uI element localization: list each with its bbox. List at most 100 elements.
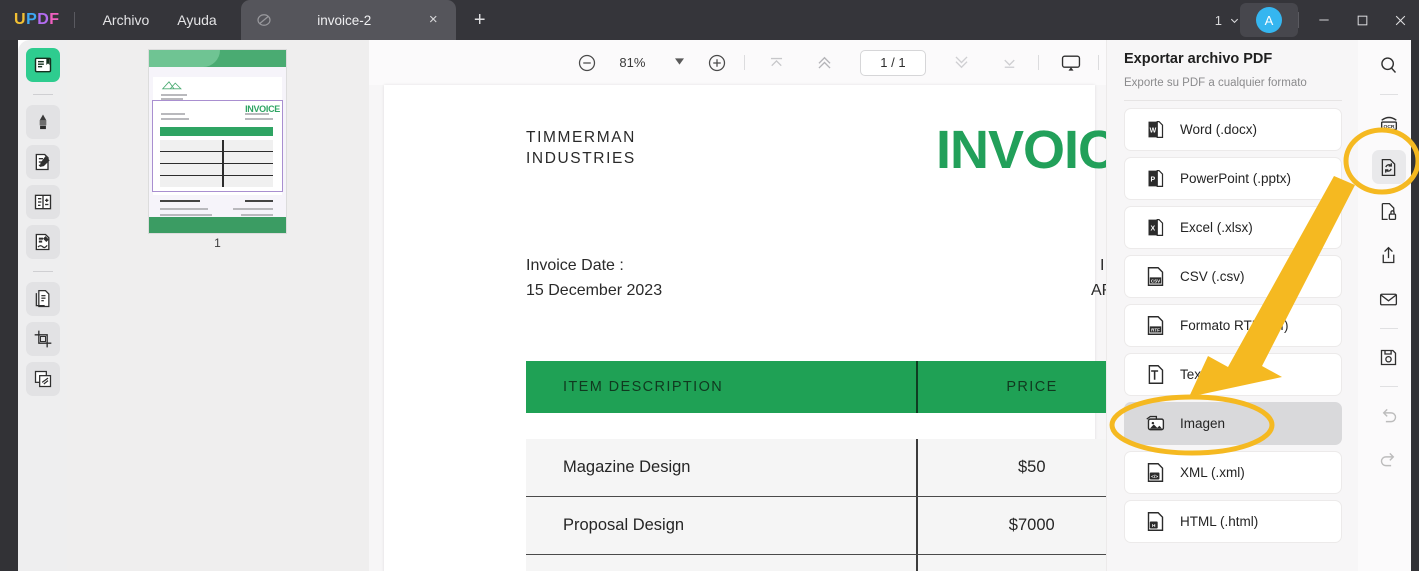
sidebar-item-reader-tool[interactable] bbox=[25, 48, 60, 82]
thumb-text-line bbox=[160, 214, 212, 216]
rail-separator bbox=[32, 94, 53, 95]
last-page-button[interactable] bbox=[996, 48, 1022, 78]
row-description: Brochure Design bbox=[526, 555, 916, 571]
crop-icon bbox=[34, 330, 51, 348]
document-count-selector[interactable]: 1 bbox=[1215, 13, 1240, 28]
table-row: Brochure Design $30 bbox=[526, 555, 1106, 571]
close-window-button[interactable] bbox=[1381, 0, 1419, 40]
svg-text:OCR: OCR bbox=[1383, 124, 1394, 130]
zoom-in-button[interactable] bbox=[704, 48, 730, 78]
minimize-button[interactable] bbox=[1305, 0, 1343, 40]
export-option-label: CSV (.csv) bbox=[1180, 269, 1245, 284]
svg-text:W: W bbox=[1150, 128, 1157, 135]
close-icon[interactable]: × bbox=[425, 11, 442, 28]
thumb-text-line bbox=[245, 200, 273, 202]
document-tab-invoice-2[interactable]: invoice-2 × bbox=[240, 0, 456, 40]
company-line-1: TIMMERMAN bbox=[526, 129, 636, 146]
account-button[interactable]: A bbox=[1240, 3, 1298, 37]
excel-file-icon: X bbox=[1145, 217, 1166, 238]
marker-pen-icon bbox=[39, 114, 46, 130]
ocr-icon: OCR bbox=[1380, 116, 1397, 131]
prev-page-icon bbox=[818, 56, 831, 69]
export-option-text[interactable]: Texto (.txt) bbox=[1124, 353, 1342, 396]
thumb-text-line bbox=[245, 118, 273, 120]
window-controls-divider bbox=[1298, 12, 1299, 28]
zoom-dropdown-button[interactable] bbox=[667, 58, 692, 67]
thumb-text-line bbox=[241, 214, 273, 216]
export-option-powerpoint[interactable]: P PowerPoint (.pptx) bbox=[1124, 157, 1342, 200]
export-option-imagen[interactable]: Imagen bbox=[1124, 402, 1342, 445]
document-lock-icon bbox=[1381, 202, 1397, 220]
export-option-xml[interactable]: </> XML (.xml) bbox=[1124, 451, 1342, 494]
row-price: $7000 bbox=[1008, 516, 1055, 534]
zoom-out-button[interactable] bbox=[574, 48, 600, 78]
row-price: $30 bbox=[918, 555, 1107, 571]
document-count-value: 1 bbox=[1214, 12, 1222, 28]
first-page-button[interactable] bbox=[764, 48, 790, 78]
export-panel-title: Exportar archivo PDF bbox=[1124, 51, 1273, 67]
html-file-icon: H bbox=[1145, 511, 1166, 532]
export-option-html[interactable]: H HTML (.html) bbox=[1124, 500, 1342, 543]
sidebar-item-protect[interactable] bbox=[1372, 194, 1406, 228]
convert-document-icon bbox=[1381, 158, 1396, 176]
sidebar-item-edit-pdf-tool[interactable] bbox=[25, 145, 60, 179]
pdf-file-icon bbox=[255, 11, 273, 29]
viewer-toolbar: 81% 1 / 1 bbox=[369, 40, 1106, 85]
avatar: A bbox=[1256, 7, 1282, 33]
menu-archivo[interactable]: Archivo bbox=[89, 6, 164, 34]
sidebar-item-form-tool[interactable] bbox=[25, 185, 60, 219]
share-upload-icon bbox=[1382, 246, 1395, 263]
sidebar-item-share[interactable] bbox=[1372, 238, 1406, 272]
menu-ayuda[interactable]: Ayuda bbox=[163, 6, 230, 34]
page-thumbnail-1[interactable]: INVOICE bbox=[149, 50, 286, 233]
thumb-logo-icon bbox=[161, 81, 182, 90]
row-description: Proposal Design bbox=[563, 516, 685, 534]
export-option-csv[interactable]: CSV CSV (.csv) bbox=[1124, 255, 1342, 298]
form-fields-icon bbox=[34, 194, 51, 210]
zoom-out-icon bbox=[578, 54, 596, 71]
sidebar-item-organize-pages-tool[interactable] bbox=[25, 282, 60, 316]
left-tool-rail bbox=[18, 40, 67, 571]
thumb-table-header bbox=[160, 127, 273, 136]
prev-page-button[interactable] bbox=[812, 48, 838, 78]
tab-title: invoice-2 bbox=[317, 12, 372, 28]
export-option-word[interactable]: W Word (.docx) bbox=[1124, 108, 1342, 151]
export-option-excel[interactable]: X Excel (.xlsx) bbox=[1124, 206, 1342, 249]
maximize-button[interactable] bbox=[1343, 0, 1381, 40]
presentation-mode-button[interactable] bbox=[1058, 48, 1084, 78]
sidebar-item-search[interactable] bbox=[1372, 48, 1406, 82]
export-option-label: Formato RTF (.rtf) bbox=[1180, 318, 1289, 333]
signature-icon bbox=[35, 233, 49, 251]
zoom-level-value[interactable]: 81% bbox=[614, 55, 651, 70]
redo-arrow-icon bbox=[1380, 452, 1395, 466]
toolbar-divider-3 bbox=[1098, 55, 1100, 70]
new-tab-button[interactable]: + bbox=[468, 10, 492, 30]
window-controls-group: 1 A bbox=[1215, 0, 1419, 40]
sidebar-item-redo[interactable] bbox=[1372, 442, 1406, 476]
next-page-button[interactable] bbox=[948, 48, 974, 78]
sidebar-item-batch-tool[interactable] bbox=[25, 362, 60, 396]
page-indicator-input[interactable]: 1 / 1 bbox=[859, 49, 926, 76]
sidebar-item-highlight-tool[interactable] bbox=[25, 105, 60, 139]
export-option-label: HTML (.html) bbox=[1180, 514, 1259, 529]
sidebar-item-crop-tool[interactable] bbox=[25, 322, 60, 356]
zoom-in-icon bbox=[708, 54, 725, 71]
invoice-right-value: AR bbox=[1091, 282, 1106, 299]
export-option-rtf[interactable]: RTF Formato RTF (.rtf) bbox=[1124, 304, 1342, 347]
sidebar-item-email[interactable] bbox=[1372, 282, 1406, 316]
sidebar-item-ocr[interactable]: OCR bbox=[1372, 106, 1406, 140]
logo-letter-f: F bbox=[49, 11, 60, 28]
sidebar-item-save[interactable] bbox=[1372, 340, 1406, 374]
sidebar-item-convert-pdf[interactable] bbox=[1371, 150, 1406, 184]
document-viewer: 81% 1 / 1 TIMMERMAN INDUSTRIES INVOIC In… bbox=[369, 40, 1106, 571]
first-page-icon bbox=[771, 57, 783, 67]
sidebar-item-sign-tool[interactable] bbox=[25, 225, 60, 259]
text-file-icon bbox=[1145, 364, 1166, 385]
chevron-down-icon bbox=[674, 58, 684, 65]
thumb-table-row bbox=[160, 176, 273, 187]
thumb-bottom-band bbox=[149, 217, 286, 233]
minimize-icon bbox=[1319, 19, 1329, 21]
sidebar-item-undo[interactable] bbox=[1372, 398, 1406, 432]
csv-file-icon: CSV bbox=[1145, 266, 1166, 287]
invoice-date-label: Invoice Date : bbox=[526, 257, 624, 274]
